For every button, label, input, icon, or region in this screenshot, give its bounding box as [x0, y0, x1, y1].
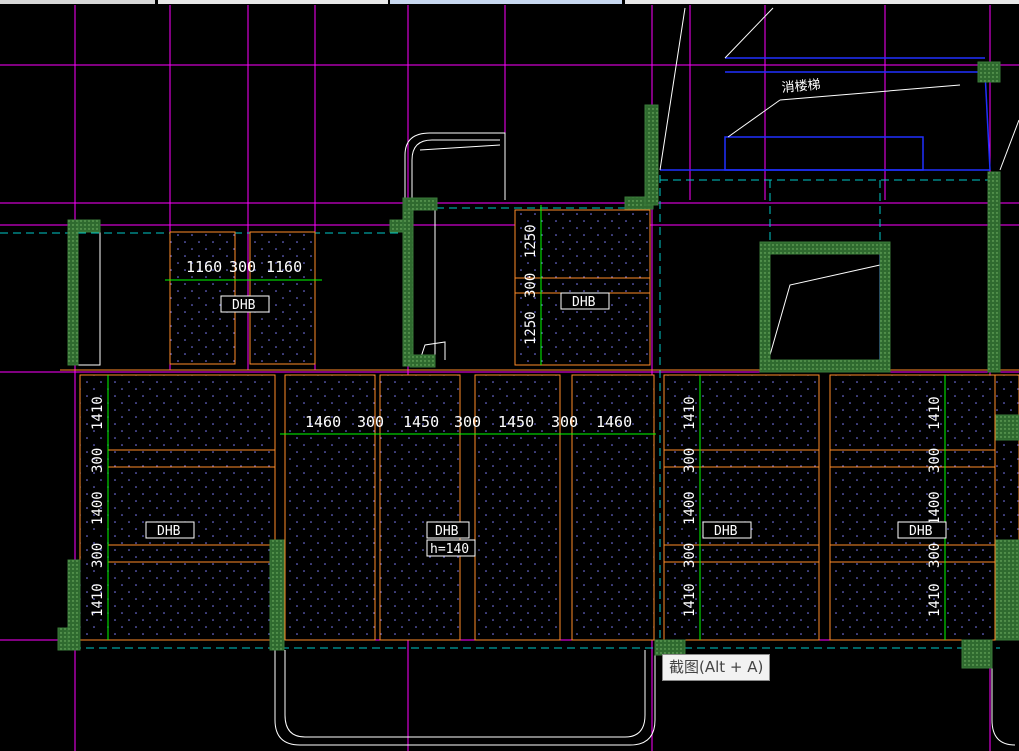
- slab-tag-text: DHB: [909, 524, 933, 539]
- dim-text: 1450: [403, 413, 439, 431]
- dim-text: 1400: [90, 491, 106, 525]
- dim-text: 1410: [927, 396, 943, 430]
- dim-text: 300: [357, 413, 384, 431]
- slab-tag-upper-left[interactable]: DHB: [220, 295, 270, 313]
- dim-text: 300: [927, 543, 943, 568]
- dim-text: 1410: [682, 583, 698, 617]
- dim-left-vertical: 1410 300 1400 300 1410: [90, 396, 106, 617]
- dim-text: 300: [90, 543, 106, 568]
- dim-text: 1410: [90, 583, 106, 617]
- dim-text: 300: [229, 258, 256, 276]
- dim-right-vertical-b: 1410 300 1400 300 1410: [927, 396, 943, 617]
- dim-upper-mid-vertical: 1250 300 1250: [523, 224, 539, 345]
- stair-leader-lines: [419, 7, 1019, 361]
- dim-text: 1160: [186, 258, 222, 276]
- dim-upper-left: 1160 300 1160: [186, 258, 302, 276]
- stair-label: 消楼梯: [781, 78, 821, 96]
- slab-tag-text: DHB: [572, 295, 596, 310]
- dim-text: 1410: [927, 583, 943, 617]
- dim-text: 1250: [523, 224, 539, 258]
- dim-text: 1460: [596, 413, 632, 431]
- slab-tag-text: DHB: [157, 524, 181, 539]
- slab-tag-center[interactable]: DHB h=140: [426, 521, 476, 557]
- dim-text: 1450: [498, 413, 534, 431]
- dim-text: 300: [682, 448, 698, 473]
- dim-text: 1160: [266, 258, 302, 276]
- slab-tag-text: DHB: [714, 524, 738, 539]
- slab-tag-text: DHB: [435, 524, 459, 539]
- dim-text: 1460: [305, 413, 341, 431]
- dim-text: 300: [90, 448, 106, 473]
- dim-text: 1250: [523, 311, 539, 345]
- dim-text: 300: [523, 273, 539, 298]
- dim-text: 300: [551, 413, 578, 431]
- slab-tag-upper-mid[interactable]: DHB: [560, 292, 610, 310]
- slab-tag-right-b[interactable]: DHB: [897, 521, 947, 539]
- dim-right-vertical-a: 1410 300 1400 300 1410: [682, 396, 698, 617]
- cad-drawing-canvas[interactable]: 消楼梯 1160 300 1160 1250 300 1250 1460 300…: [0, 0, 1019, 751]
- slab-tag-right-a[interactable]: DHB: [702, 521, 752, 539]
- dim-text: 1400: [682, 491, 698, 525]
- slab-tag-text: DHB: [232, 298, 256, 313]
- slab-tag-left[interactable]: DHB: [145, 521, 195, 539]
- dim-text: 300: [454, 413, 481, 431]
- dim-text: 1410: [682, 396, 698, 430]
- screenshot-tooltip: 截图(Alt + A): [662, 654, 771, 681]
- top-strip-segments: [0, 0, 1019, 4]
- dim-text: 300: [682, 543, 698, 568]
- dim-text: 300: [927, 448, 943, 473]
- dim-text: 1400: [927, 491, 943, 525]
- dim-text: 1410: [90, 396, 106, 430]
- slab-tag-thickness: h=140: [430, 542, 469, 557]
- stair-outline: [660, 57, 991, 363]
